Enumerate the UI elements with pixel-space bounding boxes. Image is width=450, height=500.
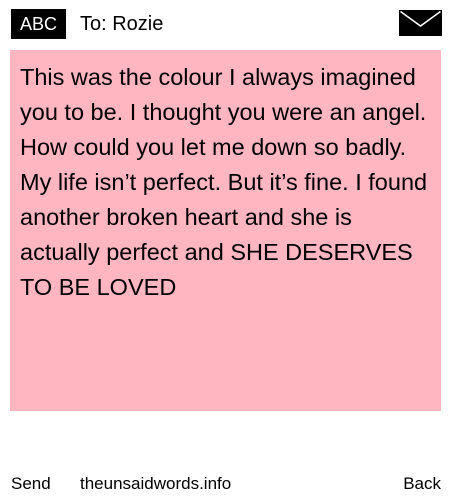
recipient-label: To: Rozie <box>80 13 164 35</box>
message-box[interactable]: This was the colour I always imagined yo… <box>10 50 441 411</box>
site-label: theunsaidwords.info <box>80 474 232 493</box>
envelope-icon <box>399 10 442 36</box>
message-header: ABC To: Rozie <box>0 0 450 46</box>
softkey-bar: Send theunsaidwords.info Back <box>0 470 450 498</box>
input-mode-indicator: ABC <box>11 9 66 39</box>
send-button[interactable]: Send <box>11 470 51 498</box>
back-button[interactable]: Back <box>403 470 441 498</box>
message-text: This was the colour I always imagined yo… <box>20 64 428 300</box>
